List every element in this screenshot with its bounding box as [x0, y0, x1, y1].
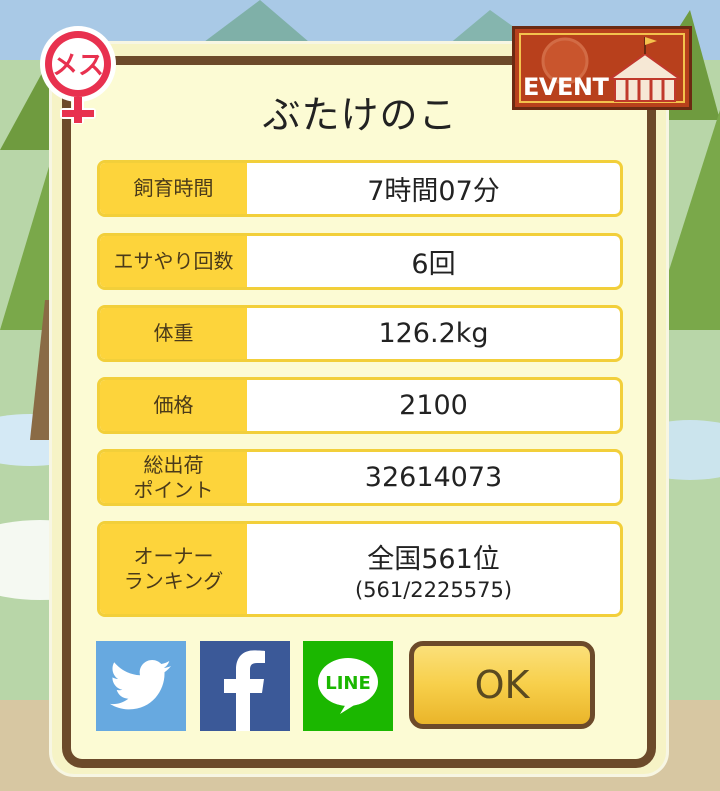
line-logo-icon: LINE [318, 658, 378, 714]
stat-value: 126.2kg [378, 318, 489, 349]
stat-row-feed-count: エサやり回数 6回 [97, 233, 623, 290]
line-label: LINE [325, 673, 371, 694]
stat-label: 価格 [100, 380, 247, 431]
stat-value: 2100 [399, 390, 468, 421]
stat-label: 飼育時間 [100, 163, 247, 214]
stat-value: 6回 [411, 249, 456, 280]
line-share-button[interactable]: LINE [303, 641, 393, 731]
stat-value: 32614073 [364, 462, 503, 493]
stat-label: 体重 [100, 308, 247, 359]
stat-row-owner-ranking: オーナー ランキング 全国561位 (561/2225575) [97, 521, 623, 617]
stat-row-weight: 体重 126.2kg [97, 305, 623, 362]
stat-row-price: 価格 2100 [97, 377, 623, 434]
stat-row-shipping-points: 総出荷 ポイント 32614073 [97, 449, 623, 506]
stat-row-feeding-time: 飼育時間 7時間07分 [97, 160, 623, 217]
twitter-bird-icon [109, 660, 171, 710]
pig-name-title: ぶたけのこ [262, 93, 458, 137]
facebook-share-button[interactable] [200, 641, 290, 731]
gender-label: メス [52, 51, 104, 81]
twitter-share-button[interactable] [96, 641, 186, 731]
stat-label: エサやり回数 [100, 236, 247, 287]
ok-button[interactable]: OK [409, 641, 595, 729]
stat-value: 全国561位 [367, 543, 500, 575]
facebook-f-icon [224, 650, 265, 731]
stat-label: 総出荷 ポイント [100, 452, 247, 503]
stat-value: 7時間07分 [367, 176, 500, 207]
stat-subvalue: (561/2225575) [354, 577, 513, 602]
stat-label: オーナー ランキング [100, 524, 247, 614]
ok-label: OK [474, 663, 530, 707]
